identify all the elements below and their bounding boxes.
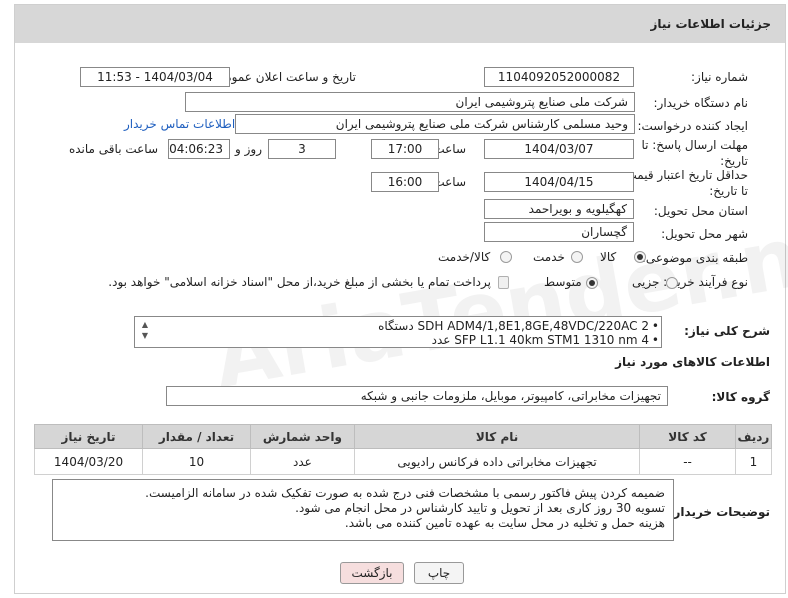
province-field: کهگیلویه و بویراحمد bbox=[484, 199, 634, 219]
page-title: جزئیات اطلاعات نیاز bbox=[650, 17, 771, 31]
print-button[interactable]: چاپ bbox=[414, 562, 464, 584]
process-radio-medium[interactable] bbox=[586, 277, 598, 289]
province-label: استان محل تحویل: bbox=[653, 204, 748, 218]
deadline-time-field: 17:00 bbox=[371, 139, 439, 159]
description-item: SFP L1.1 40km STM1 1310 nm 4 عدد bbox=[432, 333, 660, 347]
announce-field: 1404/03/04 - 11:53 bbox=[80, 67, 230, 87]
notes-line: هزینه حمل و تخلیه در محل سایت به عهده تا… bbox=[344, 516, 665, 530]
days-label: روز و bbox=[235, 142, 262, 156]
buyer-contact-link[interactable]: اطلاعات تماس خریدار bbox=[124, 117, 235, 131]
notes-label: توضیحات خریدار: bbox=[668, 505, 770, 519]
buyer-org-field: شرکت ملی صنایع پتروشیمی ایران bbox=[185, 92, 635, 112]
col-need-date: تاریخ نیاز bbox=[33, 424, 144, 449]
goods-section-title: اطلاعات کالاهای مورد نیاز bbox=[615, 355, 770, 369]
description-box[interactable]: SDH ADM4/1,8E1,8GE,48VDC/220AC 2 دستگاه … bbox=[134, 316, 662, 348]
description-label: شرح کلی نیاز: bbox=[684, 324, 770, 338]
cell-name: تجهیزات مخابراتی داده فرکانس رادیویی bbox=[353, 448, 641, 475]
goods-table: ردیف کد کالا نام کالا واحد شمارش تعداد /… bbox=[33, 424, 773, 475]
notes-line: تسویه 30 روز کاری بعد از تحویل و تایید ک… bbox=[295, 501, 665, 515]
creator-field: وحید مسلمی کارشناس شرکت ملی صنایع پتروشی… bbox=[235, 114, 635, 134]
goods-group-field: تجهیزات مخابراتی، کامپیوتر، موبایل، ملزو… bbox=[166, 386, 668, 406]
validity-label: حداقل تاریخ اعتبار قیمت: تا تاریخ: bbox=[621, 168, 748, 198]
validity-date-field: 1404/04/15 bbox=[484, 172, 634, 192]
process-option-medium: متوسط bbox=[544, 275, 582, 289]
description-item: SDH ADM4/1,8E1,8GE,48VDC/220AC 2 دستگاه bbox=[378, 319, 659, 333]
category-label: طبقه بندی موضوعی: bbox=[641, 251, 748, 265]
announce-label: تاریخ و ساعت اعلان عمومی: bbox=[211, 70, 356, 84]
category-option-service: خدمت bbox=[533, 250, 565, 264]
category-radio-service[interactable] bbox=[571, 251, 583, 263]
col-name: نام کالا bbox=[353, 424, 641, 449]
cell-need-date: 1404/03/20 bbox=[33, 448, 144, 475]
city-field: گچساران bbox=[484, 222, 634, 242]
cell-code: -- bbox=[639, 448, 736, 475]
scroll-up-icon[interactable]: ▲ bbox=[139, 319, 151, 330]
treasury-payment-note: پرداخت تمام یا بخشی از مبلغ خرید،از محل … bbox=[108, 275, 491, 289]
process-radio-minor[interactable] bbox=[666, 277, 678, 289]
cell-quantity: 10 bbox=[142, 448, 251, 475]
col-quantity: تعداد / مقدار bbox=[142, 424, 251, 449]
validity-time-field: 16:00 bbox=[371, 172, 439, 192]
deadline-date-field: 1404/03/07 bbox=[484, 139, 634, 159]
category-radio-goods[interactable] bbox=[634, 251, 646, 263]
deadline-label: مهلت ارسال پاسخ: تا تاریخ: bbox=[641, 138, 748, 168]
remaining-time-field: 04:06:23 bbox=[168, 139, 230, 159]
days-field: 3 bbox=[268, 139, 336, 159]
goods-group-label: گروه کالا: bbox=[711, 390, 770, 404]
cell-unit: عدد bbox=[249, 448, 355, 475]
back-button[interactable]: بازگشت bbox=[340, 562, 404, 584]
buyer-org-label: نام دستگاه خریدار: bbox=[653, 96, 749, 110]
buyer-notes-box[interactable]: ضمیمه کردن پیش فاکتور رسمی با مشخصات فنی… bbox=[52, 479, 674, 541]
col-code: کد کالا bbox=[639, 424, 736, 449]
category-option-goods-service: کالا/خدمت bbox=[438, 250, 491, 264]
cell-row: 1 bbox=[734, 448, 773, 475]
table-row: 1 -- تجهیزات مخابراتی داده فرکانس رادیوی… bbox=[33, 448, 773, 475]
need-number-label: شماره نیاز: bbox=[691, 70, 748, 84]
col-row: ردیف bbox=[734, 424, 773, 449]
goods-table-header: ردیف کد کالا نام کالا واحد شمارش تعداد /… bbox=[33, 424, 773, 449]
category-option-goods: کالا bbox=[600, 250, 617, 264]
scroll-down-icon[interactable]: ▼ bbox=[139, 330, 151, 341]
category-radio-goods-service[interactable] bbox=[500, 251, 512, 263]
creator-label: ایجاد کننده درخواست: bbox=[637, 119, 748, 133]
remaining-label: ساعت باقی مانده bbox=[68, 142, 158, 156]
city-label: شهر محل تحویل: bbox=[661, 227, 748, 241]
treasury-payment-checkbox[interactable] bbox=[498, 276, 509, 289]
description-scrollbar[interactable]: ▲ ▼ bbox=[139, 319, 151, 345]
page-header: جزئیات اطلاعات نیاز bbox=[15, 5, 785, 43]
process-option-minor: جزیی bbox=[632, 275, 660, 289]
notes-line: ضمیمه کردن پیش فاکتور رسمی با مشخصات فنی… bbox=[145, 486, 665, 500]
col-unit: واحد شمارش bbox=[249, 424, 355, 449]
need-number-field: 1104092052000082 bbox=[484, 67, 634, 87]
